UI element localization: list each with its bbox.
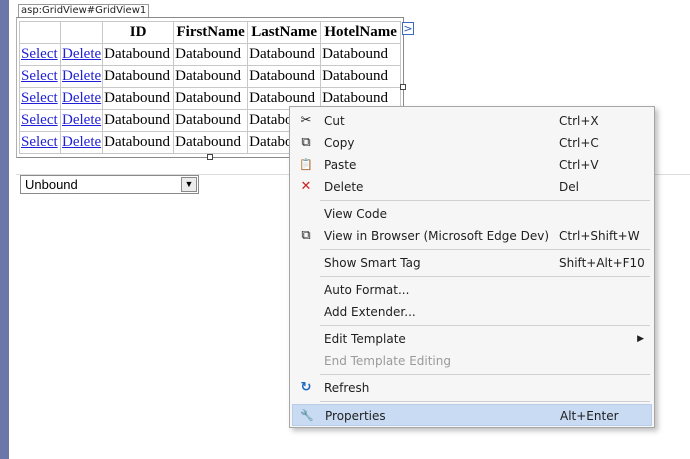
header-cell-firstname: FirstName: [173, 21, 249, 44]
table-cell: Databound: [102, 87, 175, 110]
scissors-icon: ✂: [300, 113, 312, 128]
wrench-icon: 🔧: [300, 409, 314, 422]
table-row: Select Delete Databound Databound Databo…: [19, 65, 402, 88]
menu-item-shortcut: Ctrl+X: [559, 114, 599, 128]
menu-item-properties[interactable]: 🔧 Properties Alt+Enter: [292, 404, 652, 426]
menu-item-label: Delete: [324, 180, 364, 194]
gridview-tag-label: asp:GridView#GridView1: [18, 4, 150, 18]
menu-item-label: Paste: [324, 158, 357, 172]
menu-item-show-smart-tag[interactable]: Show Smart Tag Shift+Alt+F10: [292, 252, 652, 274]
menu-item-label: Copy: [324, 136, 355, 150]
select-link[interactable]: Select: [19, 131, 61, 154]
smart-tag-chevron-icon[interactable]: >: [402, 22, 414, 35]
submenu-arrow-icon: ▶: [637, 334, 644, 344]
menu-separator: [320, 276, 650, 277]
table-cell: Databound: [247, 43, 322, 66]
menu-separator: [320, 374, 650, 375]
table-cell: Databound: [102, 131, 175, 154]
copy-icon: ⧉: [301, 135, 311, 150]
dropdown-value: Unbound: [25, 177, 78, 192]
table-cell: Databound: [173, 87, 249, 110]
menu-item-paste[interactable]: 📋 Paste Ctrl+V: [292, 154, 652, 176]
menu-item-shortcut: Alt+Enter: [560, 409, 619, 423]
menu-item-add-extender[interactable]: Add Extender...: [292, 301, 652, 323]
menu-item-label: View Code: [324, 207, 388, 221]
resize-handle-bottom[interactable]: [207, 154, 213, 160]
select-link[interactable]: Select: [19, 87, 61, 110]
menu-item-copy[interactable]: ⧉ Copy Ctrl+C: [292, 132, 652, 154]
delete-link[interactable]: Delete: [59, 43, 104, 66]
chevron-down-icon[interactable]: ▼: [181, 177, 197, 192]
menu-item-refresh[interactable]: ↻ Refresh: [292, 377, 652, 399]
menu-item-end-template-editing: End Template Editing: [292, 350, 652, 372]
select-link[interactable]: Select: [19, 109, 61, 132]
menu-item-label: End Template Editing: [324, 354, 451, 368]
menu-separator: [320, 249, 650, 250]
table-cell: Databound: [173, 43, 249, 66]
table-cell: Databound: [173, 65, 249, 88]
designer-left-bar: [0, 0, 9, 459]
delete-link[interactable]: Delete: [59, 87, 104, 110]
menu-item-label: Edit Template: [324, 332, 406, 346]
delete-link[interactable]: Delete: [59, 109, 104, 132]
menu-item-shortcut: Shift+Alt+F10: [559, 256, 645, 270]
table-cell: Databound: [102, 43, 175, 66]
menu-item-label: Show Smart Tag: [324, 256, 421, 270]
table-header-row: ID FirstName LastName HotelName: [19, 21, 402, 44]
delete-icon: ✕: [300, 179, 312, 194]
header-cell-delete: [59, 21, 104, 44]
menu-item-shortcut: Del: [559, 180, 579, 194]
table-cell: Databound: [102, 109, 175, 132]
menu-separator: [320, 200, 650, 201]
table-cell: Databound: [320, 43, 402, 66]
menu-item-label: Refresh: [324, 381, 370, 395]
menu-item-label: Auto Format...: [324, 283, 410, 297]
menu-item-shortcut: Ctrl+C: [559, 136, 599, 150]
menu-item-auto-format[interactable]: Auto Format...: [292, 279, 652, 301]
header-cell-lastname: LastName: [247, 21, 322, 44]
menu-item-shortcut: Ctrl+Shift+W: [559, 229, 640, 243]
context-menu: ✂ Cut Ctrl+X ⧉ Copy Ctrl+C 📋 Paste Ctrl+…: [289, 106, 655, 428]
browser-icon: ⧉: [301, 228, 311, 243]
paste-icon: 📋: [299, 158, 313, 171]
menu-item-label: View in Browser (Microsoft Edge Dev): [324, 229, 550, 243]
menu-item-cut[interactable]: ✂ Cut Ctrl+X: [292, 110, 652, 132]
resize-handle-right[interactable]: [400, 84, 406, 90]
menu-item-label: Add Extender...: [324, 305, 416, 319]
menu-item-shortcut: Ctrl+V: [559, 158, 599, 172]
header-cell-id: ID: [102, 21, 175, 44]
delete-link[interactable]: Delete: [59, 65, 104, 88]
table-cell: Databound: [173, 131, 249, 154]
table-row: Select Delete Databound Databound Databo…: [19, 43, 402, 66]
table-cell: Databound: [173, 109, 249, 132]
refresh-icon: ↻: [300, 380, 312, 395]
menu-item-label: Cut: [324, 114, 345, 128]
table-cell: Databound: [247, 65, 322, 88]
menu-item-label: Properties: [325, 409, 386, 423]
menu-item-view-in-browser[interactable]: ⧉ View in Browser (Microsoft Edge Dev) C…: [292, 225, 652, 247]
menu-separator: [320, 325, 650, 326]
header-cell-select: [19, 21, 61, 44]
table-cell: Databound: [102, 65, 175, 88]
header-cell-hotelname: HotelName: [320, 21, 402, 44]
menu-item-view-code[interactable]: View Code: [292, 203, 652, 225]
delete-link[interactable]: Delete: [59, 131, 104, 154]
menu-item-delete[interactable]: ✕ Delete Del: [292, 176, 652, 198]
menu-item-edit-template[interactable]: Edit Template ▶: [292, 328, 652, 350]
table-cell: Databound: [320, 65, 402, 88]
menu-separator: [320, 401, 650, 402]
select-link[interactable]: Select: [19, 43, 61, 66]
select-link[interactable]: Select: [19, 65, 61, 88]
unbound-dropdown[interactable]: Unbound ▼: [20, 175, 199, 194]
